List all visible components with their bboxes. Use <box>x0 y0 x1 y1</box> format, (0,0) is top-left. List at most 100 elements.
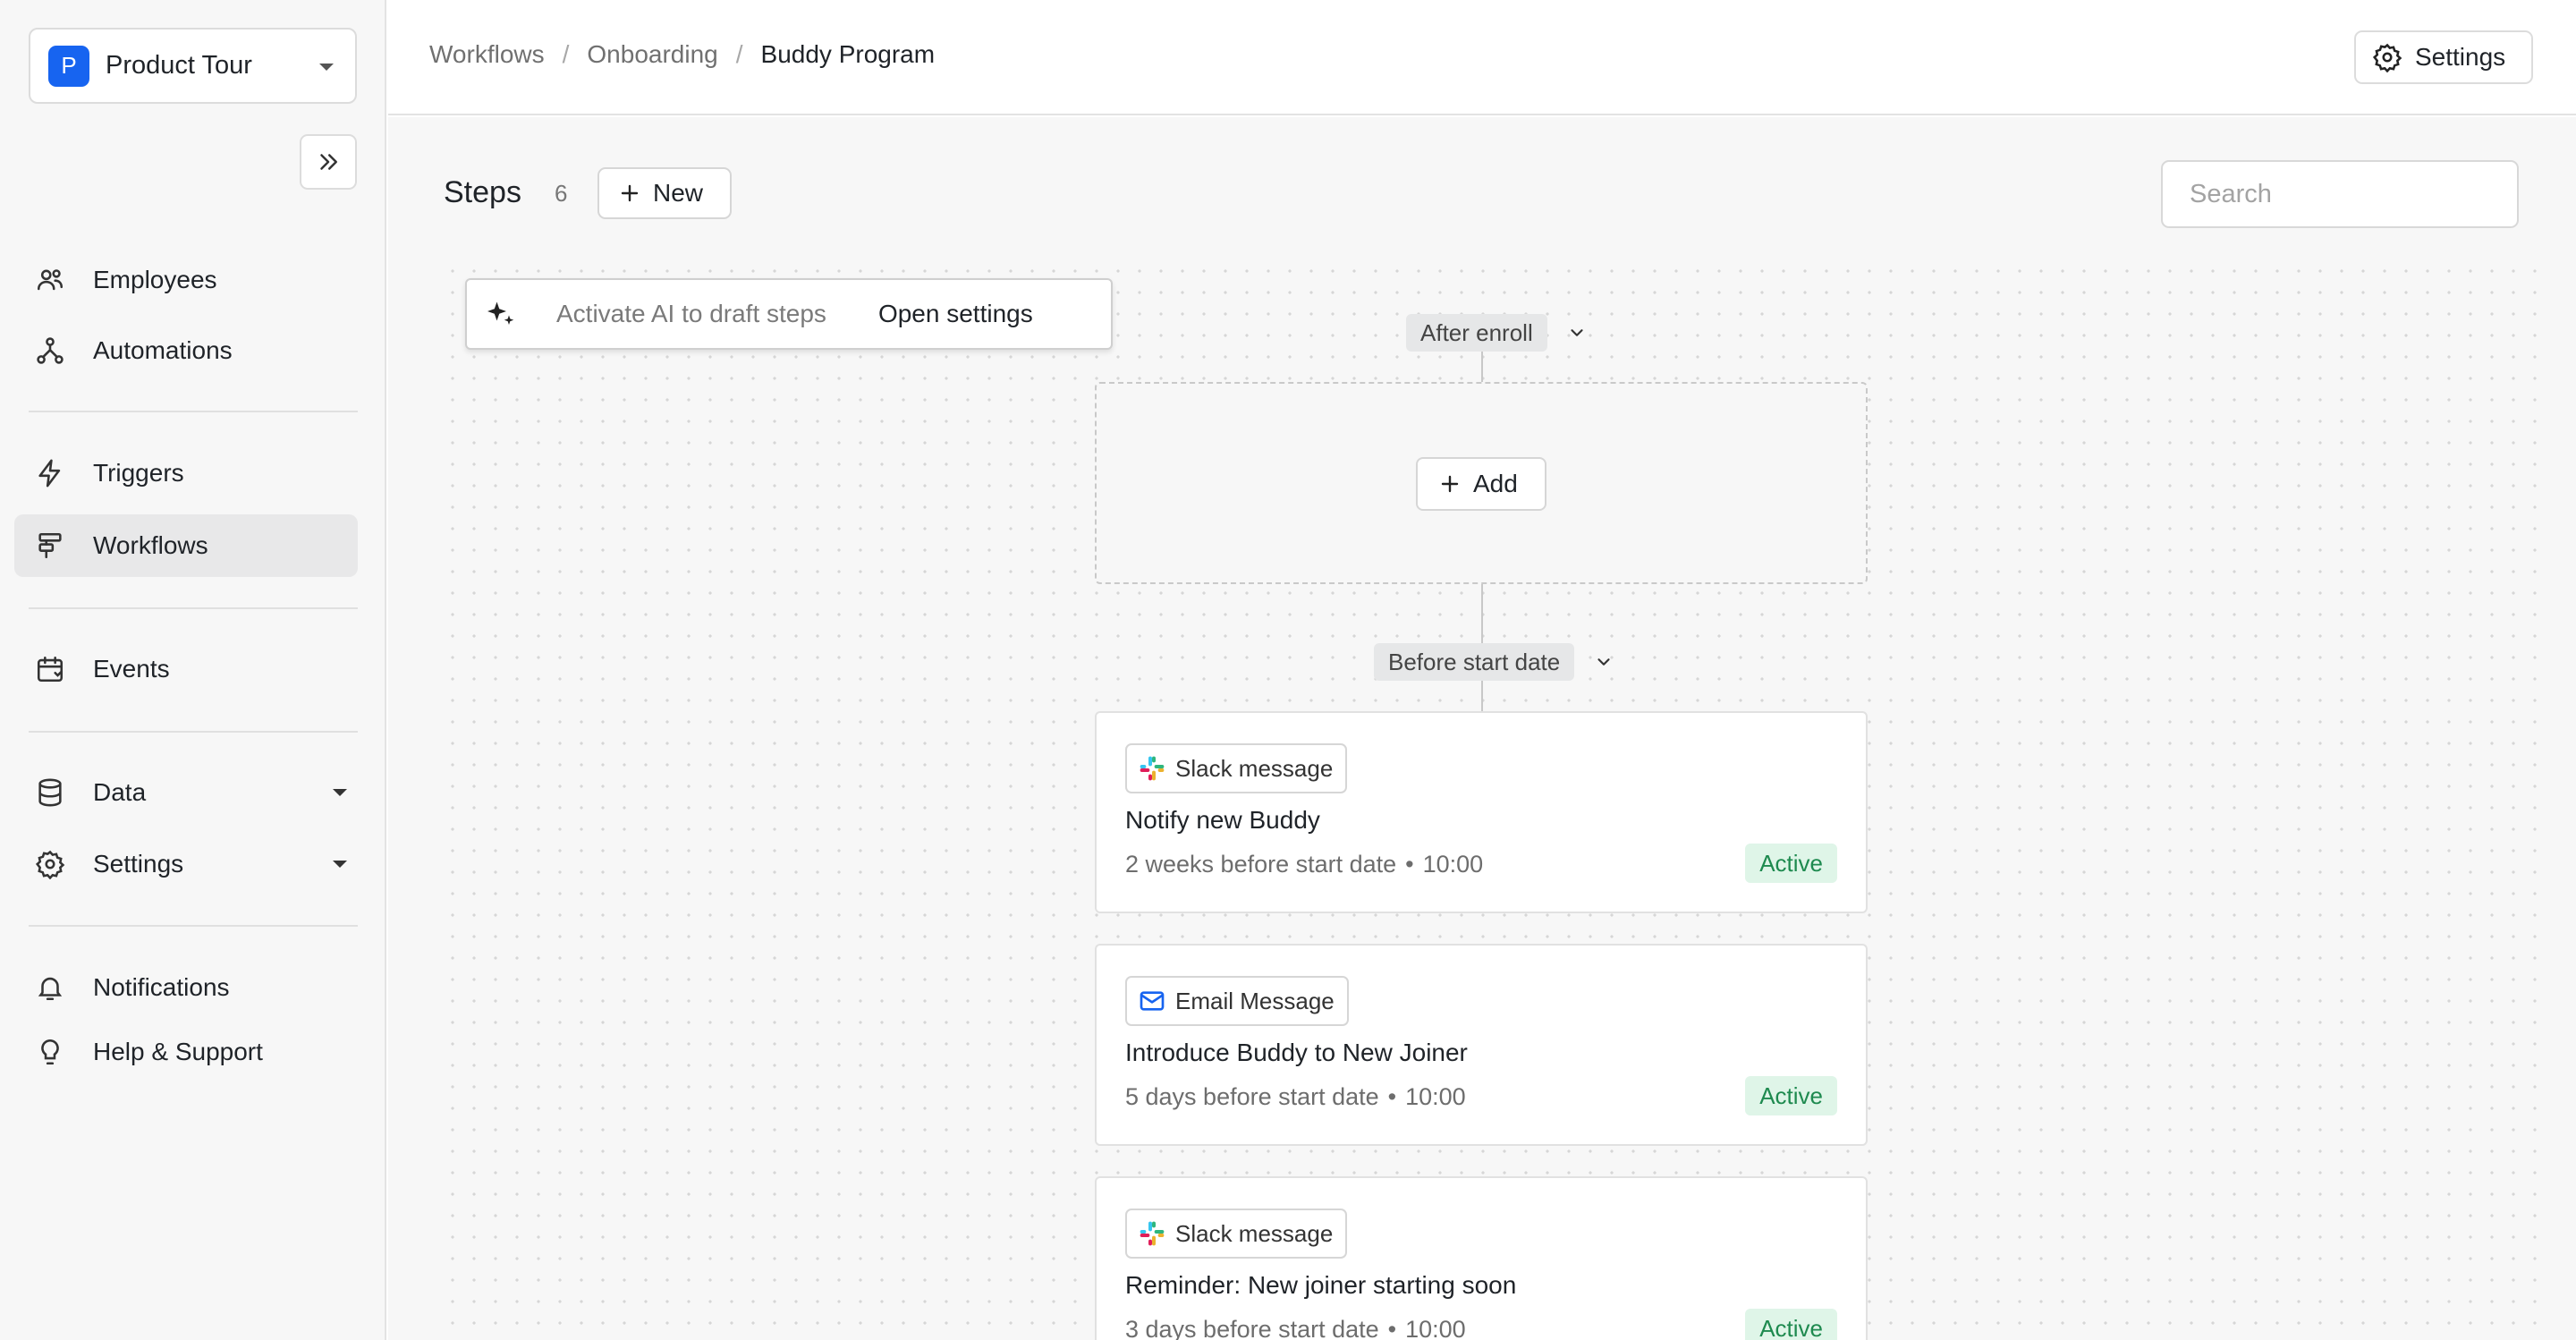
divider <box>29 925 358 927</box>
gear-icon <box>34 848 66 880</box>
step-card[interactable]: Slack message Notify new Buddy 2 weeks b… <box>1095 711 1868 913</box>
step-schedule: 2 weeks before start date • 10:00 <box>1125 851 1483 878</box>
add-step-button[interactable]: Add <box>1416 457 1546 511</box>
new-step-button[interactable]: New <box>597 167 732 219</box>
double-chevron-right-icon <box>320 154 337 170</box>
step-card[interactable]: Slack message Reminder: New joiner start… <box>1095 1176 1868 1340</box>
stage-after-enroll: After enroll <box>1406 314 1590 352</box>
chevron-down-icon[interactable] <box>1563 319 1590 346</box>
caret-down-icon <box>333 861 347 868</box>
workspace-switcher[interactable]: P Product Tour <box>29 28 357 104</box>
sidebar-item-help-support[interactable]: Help & Support <box>14 1021 358 1083</box>
new-step-label: New <box>653 179 704 207</box>
step-schedule: 3 days before start date • 10:00 <box>1125 1316 1466 1340</box>
breadcrumb-separator: / <box>562 40 570 68</box>
breadcrumb-item-workflows[interactable]: Workflows <box>429 40 545 69</box>
sidebar: P Product Tour Employees Automations Tri… <box>0 0 386 1340</box>
step-type-label: Email Message <box>1175 987 1335 1014</box>
search-input[interactable] <box>2190 179 2527 209</box>
search-field[interactable] <box>2161 160 2527 228</box>
sidebar-item-events[interactable]: Events <box>14 638 358 700</box>
step-card[interactable]: Email Message Introduce Buddy to New Joi… <box>1095 944 1868 1146</box>
settings-button[interactable]: Settings <box>2354 30 2533 84</box>
workflow-canvas[interactable]: Steps 6 New Activate AI to draft steps O… <box>388 117 2576 1340</box>
calendar-icon <box>34 653 66 685</box>
separator-dot: • <box>1387 1316 1397 1340</box>
sidebar-item-employees[interactable]: Employees <box>14 249 358 311</box>
ai-draft-banner: Activate AI to draft steps Open settings <box>465 278 1113 350</box>
top-bar: Workflows / Onboarding / Buddy Program S… <box>388 0 2576 115</box>
sidebar-item-label: Triggers <box>93 459 184 487</box>
step-title: Introduce Buddy to New Joiner <box>1125 1039 1468 1066</box>
workflow-icon <box>34 530 66 562</box>
sidebar-item-data[interactable]: Data <box>14 761 358 824</box>
open-settings-link[interactable]: Open settings <box>878 300 1033 328</box>
settings-button-label: Settings <box>2415 43 2506 71</box>
sidebar-item-label: Events <box>93 655 170 683</box>
sidebar-item-label: Notifications <box>93 973 230 1001</box>
bell-icon <box>34 971 66 1004</box>
add-step-label: Add <box>1473 470 1518 497</box>
step-timing: 5 days before start date <box>1125 1083 1379 1110</box>
breadcrumb: Workflows / Onboarding / Buddy Program <box>429 40 935 69</box>
slack-icon <box>1140 756 1165 781</box>
step-time: 10:00 <box>1405 1083 1466 1110</box>
status-badge: Active <box>1745 1309 1837 1340</box>
sidebar-item-label: Settings <box>93 850 184 878</box>
step-time: 10:00 <box>1405 1316 1466 1340</box>
step-type-chip: Slack message <box>1125 1209 1348 1259</box>
connector-line <box>1481 346 1483 382</box>
breadcrumb-item-current: Buddy Program <box>760 40 936 68</box>
workspace-avatar: P <box>48 45 89 87</box>
chevron-down-icon[interactable] <box>1590 649 1617 675</box>
breadcrumb-item-onboarding[interactable]: Onboarding <box>587 40 717 69</box>
divider <box>29 411 358 412</box>
steps-count: 6 <box>555 180 568 207</box>
steps-title: Steps <box>444 175 521 209</box>
mail-icon <box>1140 991 1165 1011</box>
divider <box>29 731 358 733</box>
plus-icon <box>1441 475 1459 493</box>
ai-banner-text: Activate AI to draft steps <box>556 300 826 327</box>
caret-down-icon <box>333 789 347 796</box>
step-time: 10:00 <box>1422 851 1484 878</box>
sidebar-item-notifications[interactable]: Notifications <box>14 956 358 1019</box>
automation-icon <box>34 335 66 367</box>
database-icon <box>34 776 66 809</box>
step-title: Notify new Buddy <box>1125 806 1320 834</box>
sidebar-item-label: Employees <box>93 266 217 293</box>
stage-before-start-date: Before start date <box>1374 643 1617 681</box>
users-icon <box>34 264 66 296</box>
slack-icon <box>1140 1221 1165 1246</box>
step-type-label: Slack message <box>1175 1219 1334 1247</box>
workspace-name: Product Tour <box>106 51 252 80</box>
step-timing: 2 weeks before start date <box>1125 851 1397 878</box>
plus-icon <box>621 184 639 202</box>
step-schedule: 5 days before start date • 10:00 <box>1125 1083 1466 1111</box>
caret-down-icon <box>319 64 334 71</box>
separator-dot: • <box>1387 1083 1397 1110</box>
sidebar-item-label: Workflows <box>93 531 208 559</box>
breadcrumb-separator: / <box>735 40 743 68</box>
status-badge: Active <box>1745 1076 1837 1115</box>
status-badge: Active <box>1745 844 1837 883</box>
sparkles-icon <box>487 301 514 325</box>
separator-dot: • <box>1405 851 1414 878</box>
sidebar-item-workflows[interactable]: Workflows <box>14 514 358 577</box>
stage-label: Before start date <box>1374 643 1575 681</box>
sidebar-item-automations[interactable]: Automations <box>14 319 358 382</box>
step-type-chip: Slack message <box>1125 743 1348 793</box>
sidebar-item-label: Help & Support <box>93 1038 263 1065</box>
divider <box>29 607 358 609</box>
gear-icon <box>2372 43 2402 72</box>
lightning-icon <box>34 457 66 489</box>
lightbulb-icon <box>34 1036 66 1068</box>
sidebar-item-label: Data <box>93 778 147 806</box>
step-type-label: Slack message <box>1175 754 1334 782</box>
step-title: Reminder: New joiner starting soon <box>1125 1271 1517 1299</box>
step-type-chip: Email Message <box>1125 976 1349 1026</box>
sidebar-item-triggers[interactable]: Triggers <box>14 442 358 505</box>
sidebar-item-label: Automations <box>93 336 233 364</box>
sidebar-item-settings[interactable]: Settings <box>14 833 358 895</box>
expand-sidebar-button[interactable] <box>300 134 357 190</box>
